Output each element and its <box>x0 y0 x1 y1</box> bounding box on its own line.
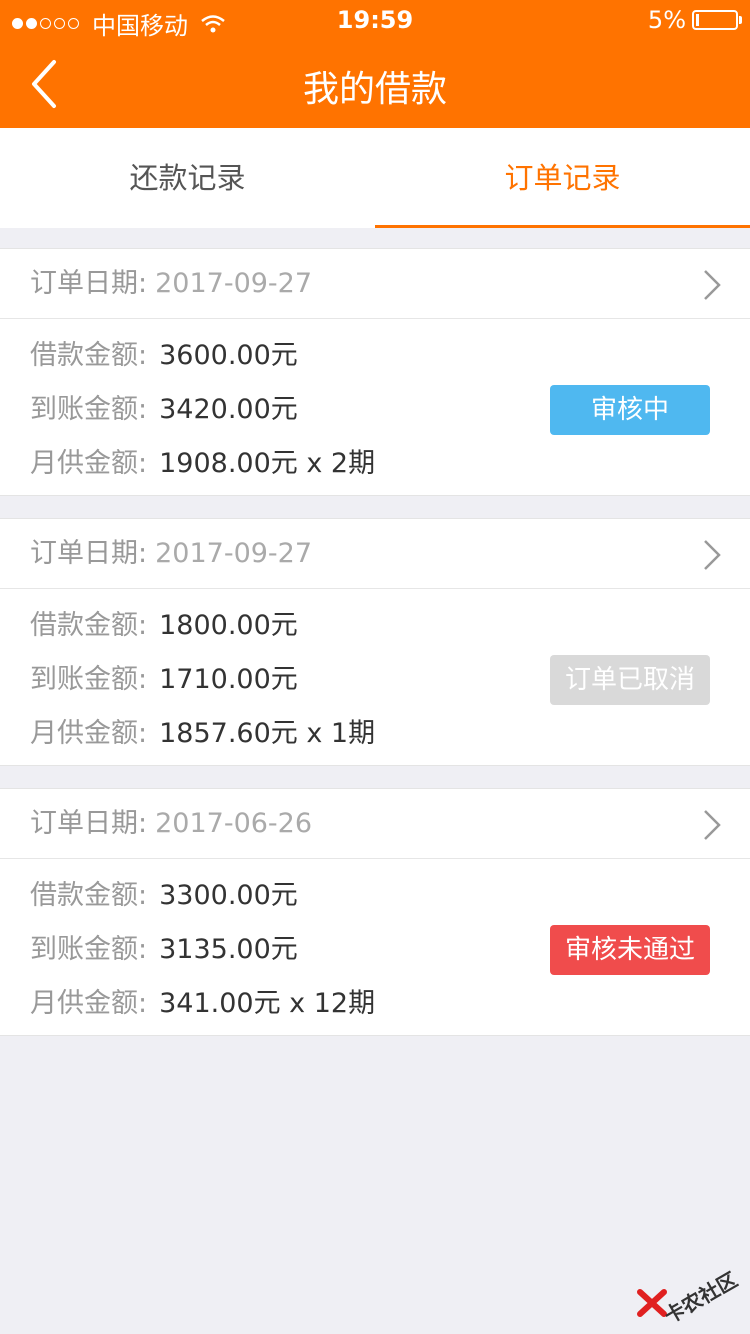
monthly-payment-row: 月供金额: 1857.60元 x 1期 <box>0 717 750 771</box>
received-amount-label: 到账金额: <box>30 394 148 425</box>
battery-percent: 5% <box>647 6 686 34</box>
tab-bar: 还款记录 订单记录 <box>0 128 750 228</box>
loan-amount-label: 借款金额: <box>30 610 148 641</box>
order-date-label: 订单日期: <box>30 268 148 299</box>
order-card-body: 借款金额: 1800.00元 到账金额: 1710.00元 月供金额: 1857.60… <box>0 589 750 771</box>
received-amount-value: 1710.00元 <box>159 664 298 695</box>
order-date-label: 订单日期: <box>30 808 148 839</box>
status-badge: 订单已取消 <box>550 655 710 705</box>
watermark-logo: 卡农社区 <box>632 1262 742 1329</box>
order-date: 2017-09-27 <box>155 538 313 569</box>
order-date-label: 订单日期: <box>30 538 148 569</box>
order-card-header[interactable]: 订单日期: 2017-06-26 <box>0 789 750 859</box>
loan-amount-label: 借款金额: <box>30 340 148 371</box>
received-amount-label: 到账金额: <box>30 664 148 695</box>
order-card[interactable]: 订单日期: 2017-06-26 借款金额: 3300.00元 到账金额: 3135.… <box>0 788 750 1036</box>
monthly-payment-row: 月供金额: 341.00元 x 12期 <box>0 987 750 1041</box>
received-amount-label: 到账金额: <box>30 934 148 965</box>
status-badge: 审核中 <box>550 385 710 435</box>
loan-amount-value: 1800.00元 <box>159 610 298 641</box>
received-amount-value: 3135.00元 <box>159 934 298 965</box>
status-time: 19:59 <box>336 6 414 34</box>
monthly-payment-label: 月供金额: <box>30 448 148 479</box>
order-card-header[interactable]: 订单日期: 2017-09-27 <box>0 249 750 319</box>
loan-amount-label: 借款金额: <box>30 880 148 911</box>
received-amount-value: 3420.00元 <box>159 394 298 425</box>
monthly-payment-label: 月供金额: <box>30 718 148 749</box>
status-badge: 审核未通过 <box>550 925 710 975</box>
order-card[interactable]: 订单日期: 2017-09-27 借款金额: 1800.00元 到账金额: 1710.… <box>0 518 750 766</box>
chevron-right-icon[interactable] <box>702 539 722 571</box>
chevron-right-icon[interactable] <box>702 809 722 841</box>
monthly-payment-value: 1908.00元 x 2期 <box>159 448 376 479</box>
order-card-body: 借款金额: 3300.00元 到账金额: 3135.00元 月供金额: 341.00元… <box>0 859 750 1041</box>
order-date: 2017-06-26 <box>155 808 313 839</box>
monthly-payment-label: 月供金额: <box>30 988 148 1019</box>
order-card[interactable]: 订单日期: 2017-09-27 借款金额: 3600.00元 到账金额: 3420.… <box>0 248 750 496</box>
tab-order-records[interactable]: 订单记录 <box>375 128 750 228</box>
chevron-right-icon[interactable] <box>702 269 722 301</box>
battery-icon <box>692 10 742 30</box>
tab-repayment-records[interactable]: 还款记录 <box>0 128 375 228</box>
page-title: 我的借款 <box>302 69 447 110</box>
loan-amount-value: 3600.00元 <box>159 340 298 371</box>
monthly-payment-value: 1857.60元 x 1期 <box>159 718 376 749</box>
monthly-payment-value: 341.00元 x 12期 <box>159 988 376 1019</box>
status-right: 5% <box>647 6 742 34</box>
monthly-payment-row: 月供金额: 1908.00元 x 2期 <box>0 447 750 501</box>
watermark-text: 卡农社区 <box>660 1267 742 1329</box>
order-card-body: 借款金额: 3600.00元 到账金额: 3420.00元 月供金额: 1908.00… <box>0 319 750 501</box>
order-date: 2017-09-27 <box>155 268 313 299</box>
loan-amount-value: 3300.00元 <box>159 880 298 911</box>
app-header: 中国移动 19:59 5% 我的借款 <box>0 0 750 128</box>
order-card-header[interactable]: 订单日期: 2017-09-27 <box>0 519 750 589</box>
status-bar: 中国移动 19:59 5% <box>0 0 750 40</box>
